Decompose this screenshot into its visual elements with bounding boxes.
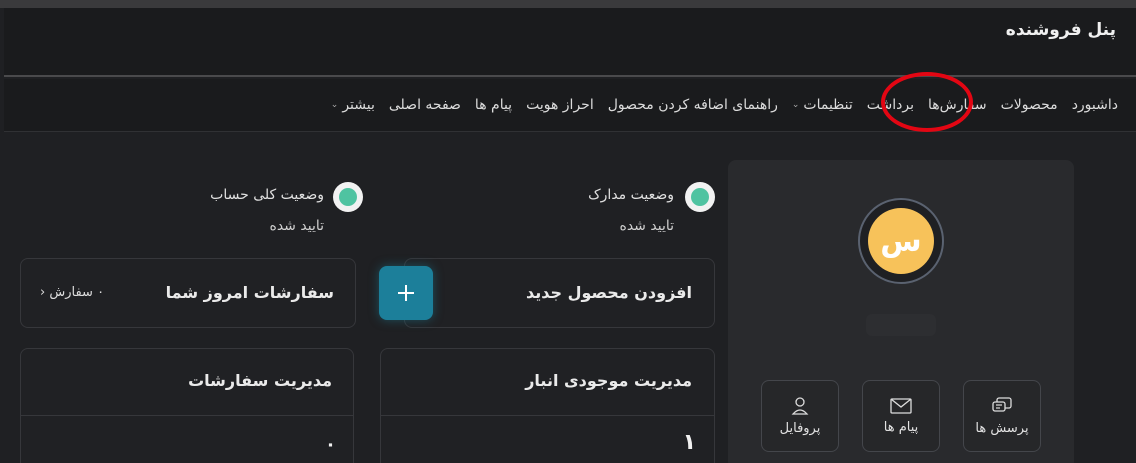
account-status-icon — [333, 182, 363, 212]
card-divider — [381, 415, 714, 416]
orders-management-value: ۰ — [325, 434, 336, 455]
messages-button[interactable]: پیام ها — [862, 380, 940, 452]
documents-status-label: وضعیت مدارک — [588, 187, 674, 203]
messages-label: پیام ها — [883, 419, 919, 435]
today-orders-count[interactable]: ۰ سفارش ‹ — [40, 285, 104, 300]
avatar-letter: س — [868, 208, 934, 274]
chat-icon — [992, 396, 1012, 412]
orders-management-title: مدیریت سفارشات — [188, 371, 332, 390]
add-product-button[interactable] — [379, 266, 433, 320]
nav-item-home[interactable]: صفحه اصلی — [389, 97, 461, 113]
chevron-down-icon: ⌄ — [791, 100, 800, 110]
profile-button[interactable]: پروفایل — [761, 380, 839, 452]
nav-item-add-product-guide[interactable]: راهنمای اضافه کردن محصول — [608, 97, 778, 113]
main-nav: داشبورد محصولات سفارش‌ها برداشت تنظیمات ⌄… — [4, 79, 1136, 132]
plus-icon — [398, 285, 414, 301]
window-top-strip — [0, 0, 1136, 8]
nav-item-products[interactable]: محصولات — [1001, 97, 1058, 113]
panel-header: پنل فروشنده — [4, 8, 1136, 77]
add-product-title: افزودن محصول جدید — [525, 283, 692, 302]
account-status-label: وضعیت کلی حساب — [210, 187, 324, 203]
documents-status-icon — [685, 182, 715, 212]
nav-item-verification[interactable]: احراز هویت — [526, 97, 594, 113]
documents-status-value: تایید شده — [619, 218, 675, 234]
user-icon — [791, 396, 809, 415]
nav-item-messages[interactable]: پیام ها — [475, 97, 512, 113]
questions-label: پرسش ها — [975, 420, 1029, 436]
orders-management-card — [20, 348, 354, 463]
profile-name-placeholder — [866, 314, 936, 336]
card-divider — [21, 415, 353, 416]
mail-icon — [890, 397, 912, 414]
chevron-left-icon: ‹ — [40, 285, 46, 300]
avatar[interactable]: س — [858, 198, 944, 284]
nav-item-dashboard[interactable]: داشبورد — [1072, 97, 1118, 113]
nav-item-orders[interactable]: سفارش‌ها — [928, 97, 987, 113]
nav-item-withdraw[interactable]: برداشت — [867, 97, 914, 113]
nav-item-more[interactable]: بیشتر ⌄ — [331, 97, 375, 113]
questions-button[interactable]: پرسش ها — [963, 380, 1041, 452]
inventory-title: مدیریت موجودی انبار — [525, 371, 692, 390]
today-orders-title: سفارشات امروز شما — [165, 283, 334, 302]
page-title: پنل فروشنده — [1005, 20, 1116, 40]
inventory-value: ۱ — [682, 430, 696, 455]
account-status-value: تایید شده — [269, 218, 325, 234]
nav-item-settings[interactable]: تنظیمات ⌄ — [792, 97, 853, 113]
inventory-card — [380, 348, 715, 463]
chevron-down-icon: ⌄ — [330, 100, 339, 110]
profile-label: پروفایل — [779, 420, 821, 436]
